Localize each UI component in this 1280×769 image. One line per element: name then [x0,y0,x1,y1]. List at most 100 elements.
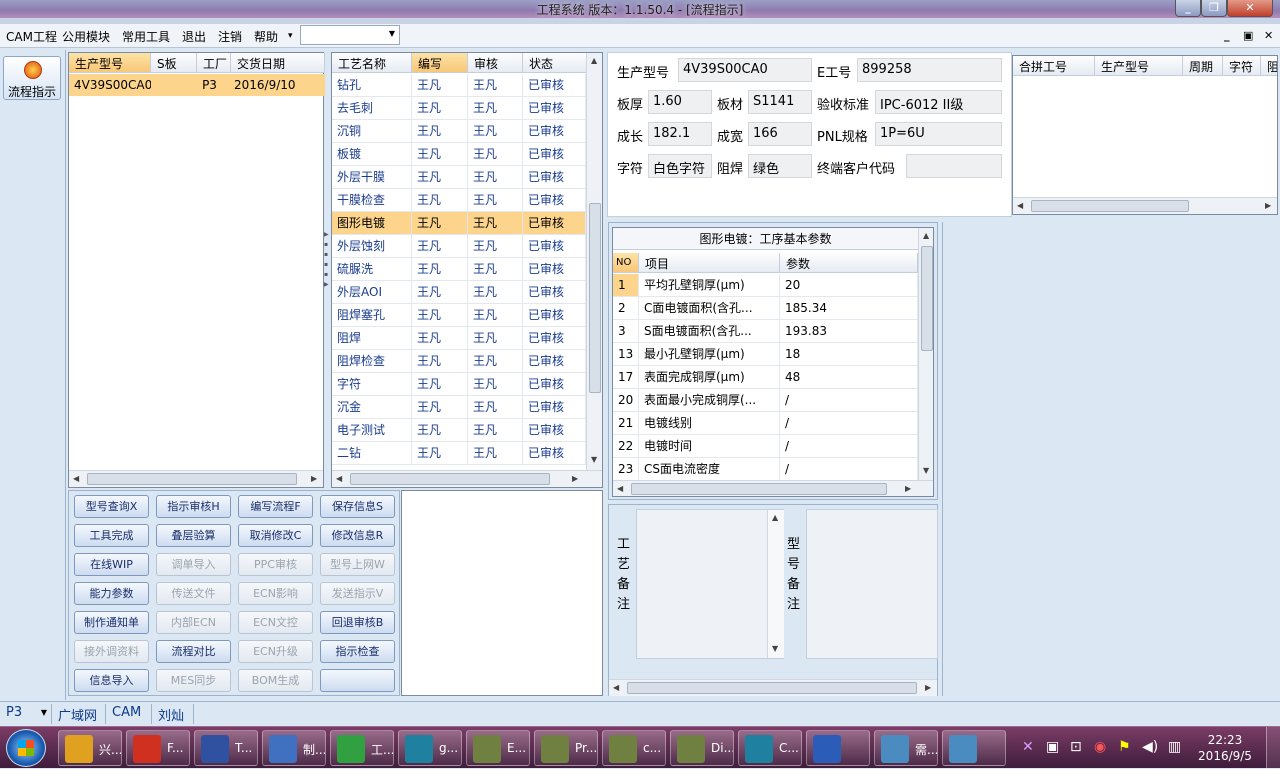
standard-field[interactable]: IPC-6012 II级 [875,90,1002,114]
menu-tools[interactable]: 常用工具 [122,28,170,45]
taskbar-item[interactable]: C... [738,730,802,766]
params-vscrollbar[interactable]: ▲ ▼ [918,228,933,481]
action-button-10[interactable]: PPC审核 [238,553,313,576]
notes-hscrollbar[interactable]: ◀ ▶ [609,679,937,696]
table-row[interactable]: 去毛刺 王凡 王凡 已审核 [332,97,586,120]
factory-col-header[interactable]: 工厂 [197,53,231,73]
maximize-button[interactable]: ❐ [1201,0,1227,17]
author-col-header[interactable]: 编写 [412,53,468,73]
close-button[interactable]: ✕ [1227,0,1273,17]
action-button-27[interactable] [320,669,395,692]
s-board-col-header[interactable]: S板 [151,53,197,73]
menu-help[interactable]: 帮助 [254,28,278,45]
model-hscrollbar[interactable]: ◀ ▶ [69,470,323,487]
action-button-2[interactable]: 编写流程F [238,495,313,518]
action-button-16[interactable]: 制作通知单 [74,611,149,634]
table-row[interactable]: 阻焊 王凡 王凡 已审核 [332,327,586,350]
eno-field[interactable]: 899258 [857,58,1002,82]
model-field[interactable]: 4V39S00CA0 [678,58,812,82]
flow-indicator-button[interactable]: 流程指示 [3,56,61,100]
action-button-5[interactable]: 叠层验算 [156,524,231,547]
item-col-header[interactable]: 项目 [639,253,780,273]
action-button-15[interactable]: 发送指示V [320,582,395,605]
minimize-button[interactable]: _ [1175,0,1201,17]
table-row[interactable]: 3 S面电镀面积(含孔... 193.83 [613,320,918,343]
process-vscrollbar[interactable]: ▲ ▼ [586,53,602,470]
action-button-9[interactable]: 调单导入 [156,553,231,576]
taskbar-item[interactable] [806,730,870,766]
taskbar-item[interactable]: T... [194,730,258,766]
char-field[interactable]: 白色字符 [648,154,712,178]
clock-time[interactable]: 22:23 [1196,733,1254,747]
tray-security-icon[interactable]: ◉ [1094,739,1106,755]
table-row[interactable]: 1 平均孔壁铜厚(μm) 20 [613,274,918,297]
table-row[interactable]: 4V39S00CA0 P3 2016/9/10 [69,74,325,96]
length-field[interactable]: 182.1 [648,122,712,146]
action-button-18[interactable]: ECN文控 [238,611,313,634]
mask-field[interactable]: 绿色 [748,154,812,178]
action-button-14[interactable]: ECN影响 [238,582,313,605]
show-desktop-button[interactable] [1266,727,1280,769]
taskbar-item[interactable]: c... [602,730,666,766]
table-row[interactable]: 沉金 王凡 王凡 已审核 [332,396,586,419]
start-button[interactable] [6,729,46,767]
action-button-0[interactable]: 型号查询X [74,495,149,518]
action-button-1[interactable]: 指示审核H [156,495,231,518]
table-row[interactable]: 20 表面最小完成铜厚(... / [613,389,918,412]
action-button-12[interactable]: 能力参数 [74,582,149,605]
taskbar-item[interactable]: Pr... [534,730,598,766]
table-row[interactable]: 钻孔 王凡 王凡 已审核 [332,74,586,97]
table-row[interactable]: 沉铜 王凡 王凡 已审核 [332,120,586,143]
table-row[interactable]: 图形电镀 王凡 王凡 已审核 [332,212,586,235]
merge-hscrollbar[interactable]: ◀ ▶ [1013,197,1277,214]
process-name-col-header[interactable]: 工艺名称 [332,53,412,73]
action-button-7[interactable]: 修改信息R [320,524,395,547]
action-button-3[interactable]: 保存信息S [320,495,395,518]
menu-common[interactable]: 公用模块 [62,28,110,45]
tray-app-icon[interactable]: ✕ [1022,739,1034,755]
material-field[interactable]: S1141 [748,90,812,114]
action-button-11[interactable]: 型号上网W [320,553,395,576]
table-row[interactable]: 干膜检查 王凡 王凡 已审核 [332,189,586,212]
action-button-20[interactable]: 接外调资料 [74,640,149,663]
table-row[interactable]: 13 最小孔壁铜厚(μm) 18 [613,343,918,366]
taskbar-item[interactable]: F... [126,730,190,766]
table-row[interactable]: 外层干膜 王凡 王凡 已审核 [332,166,586,189]
tray-user-icon[interactable]: ▣ [1046,739,1059,755]
process-hscrollbar[interactable]: ◀ ▶ [332,470,602,487]
table-row[interactable]: 硫脲洗 王凡 王凡 已审核 [332,258,586,281]
width-field[interactable]: 166 [748,122,812,146]
action-button-8[interactable]: 在线WIP [74,553,149,576]
table-row[interactable]: 二钻 王凡 王凡 已审核 [332,442,586,465]
mdi-restore-button[interactable]: ▣ [1243,29,1253,42]
table-row[interactable]: 字符 王凡 王凡 已审核 [332,373,586,396]
merge-mask-col-header[interactable]: 阻 [1261,56,1277,76]
params-hscrollbar[interactable]: ◀ ▶ [613,480,933,496]
taskbar-item[interactable]: E... [466,730,530,766]
taskbar-item[interactable]: 兴... [58,730,122,766]
merge-char-col-header[interactable]: 字符 [1223,56,1261,76]
table-row[interactable]: 外层AOI 王凡 王凡 已审核 [332,281,586,304]
merge-cycle-col-header[interactable]: 周期 [1183,56,1223,76]
action-button-26[interactable]: BOM生成 [238,669,313,692]
reviewer-col-header[interactable]: 审核 [468,53,523,73]
menu-combo[interactable]: ▼ [300,25,400,45]
action-button-24[interactable]: 信息导入 [74,669,149,692]
taskbar-item[interactable]: 制... [262,730,326,766]
model-col-header[interactable]: 生产型号 [69,53,151,73]
taskbar-item[interactable]: g... [398,730,462,766]
action-button-17[interactable]: 内部ECN [156,611,231,634]
menu-logout[interactable]: 注销 [218,28,242,45]
taskbar-item[interactable]: 需... [874,730,938,766]
action-button-19[interactable]: 回退审核B [320,611,395,634]
table-row[interactable]: 板镀 王凡 王凡 已审核 [332,143,586,166]
action-button-25[interactable]: MES同步 [156,669,231,692]
taskbar-item[interactable] [942,730,1006,766]
splitter-handle[interactable]: ▶ ▪ ▪ ▪ ▪ ▶ [324,230,329,310]
taskbar-item[interactable]: Di... [670,730,734,766]
menu-exit[interactable]: 退出 [182,28,206,45]
clock-date[interactable]: 2016/9/5 [1192,749,1258,763]
process-note-textarea[interactable]: ▲ ▼ [636,509,784,659]
action-button-13[interactable]: 传送文件 [156,582,231,605]
pnl-field[interactable]: 1P=6U [875,122,1002,146]
